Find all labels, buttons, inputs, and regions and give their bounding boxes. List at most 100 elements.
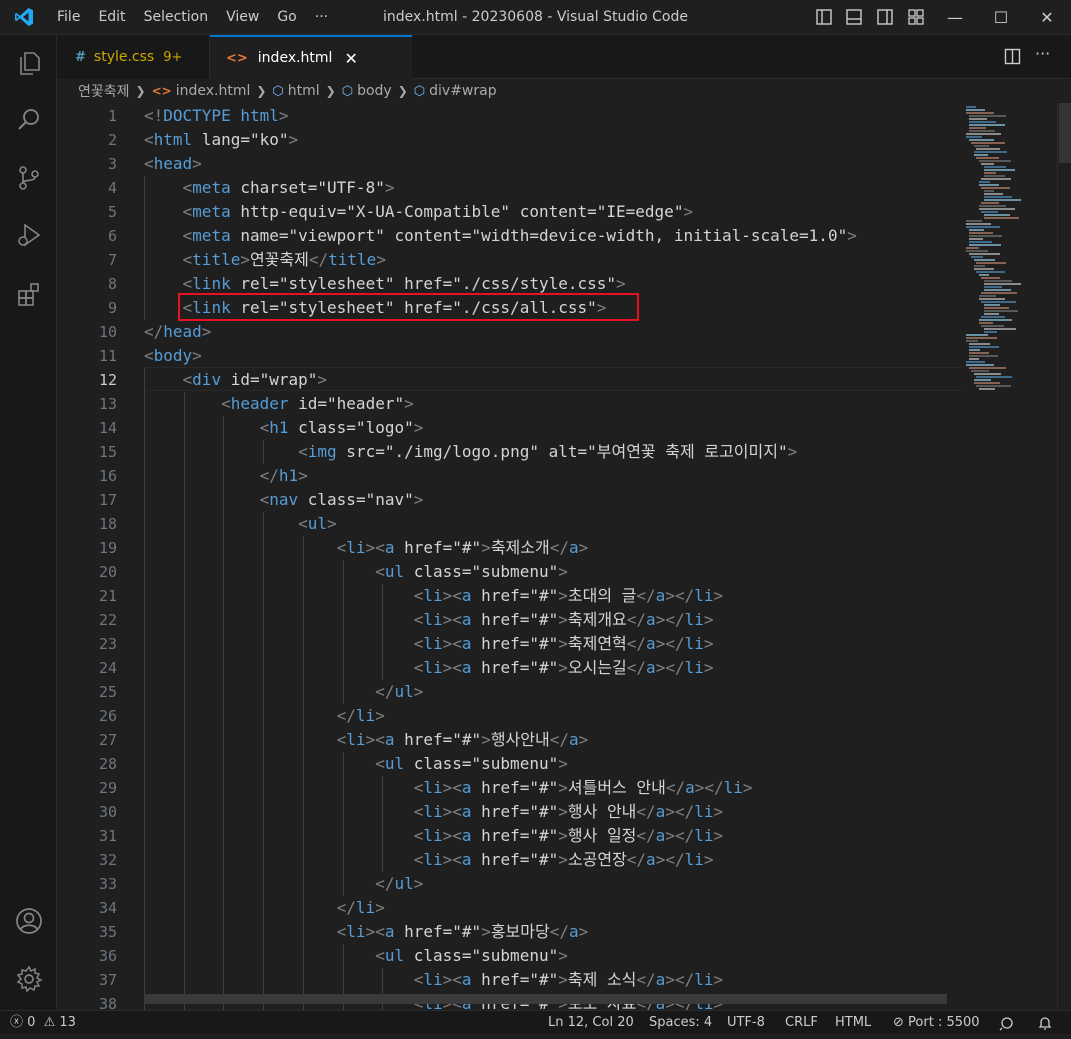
- code-line[interactable]: <body>: [144, 344, 202, 368]
- code-line[interactable]: </ul>: [144, 872, 423, 896]
- code-line[interactable]: <li><a href="#">축제 소식</a></li>: [144, 968, 723, 992]
- html-file-icon: <>: [226, 50, 248, 66]
- breadcrumb-folder[interactable]: 연꽃축제: [78, 81, 130, 101]
- code-line[interactable]: </ul>: [144, 680, 423, 704]
- indentation-status[interactable]: Spaces: 4: [649, 1011, 712, 1035]
- code-line[interactable]: </h1>: [144, 464, 308, 488]
- language-mode[interactable]: HTML: [835, 1011, 871, 1035]
- extensions-icon[interactable]: [0, 271, 57, 319]
- menu-go[interactable]: Go: [268, 0, 305, 35]
- code-line[interactable]: <!DOCTYPE html>: [144, 104, 289, 128]
- code-line[interactable]: <head>: [144, 152, 202, 176]
- code-line[interactable]: <ul>: [144, 512, 337, 536]
- code-line[interactable]: <li><a href="#">소공연장</a></li>: [144, 848, 714, 872]
- breadcrumb-file[interactable]: index.html: [176, 83, 251, 99]
- code-line[interactable]: <html lang="ko">: [144, 128, 298, 152]
- minimize-button[interactable]: —: [932, 0, 978, 35]
- menu-file[interactable]: File: [48, 0, 89, 35]
- tab-style-css[interactable]: # style.css 9+: [57, 35, 210, 79]
- annotation-red-box: [178, 293, 639, 321]
- breadcrumb-div-wrap[interactable]: div#wrap: [429, 83, 496, 99]
- code-line[interactable]: <ul class="submenu">: [144, 560, 568, 584]
- close-button[interactable]: ✕: [1024, 0, 1070, 35]
- feedback-icon[interactable]: [999, 1011, 1015, 1035]
- source-control-icon[interactable]: [0, 154, 57, 202]
- code-line[interactable]: <div id="wrap">: [144, 368, 328, 392]
- search-icon[interactable]: [0, 96, 57, 144]
- horizontal-scrollbar[interactable]: [144, 994, 947, 1004]
- live-server-status[interactable]: ⊘ Port : 5500: [893, 1011, 980, 1035]
- code-line[interactable]: <h1 class="logo">: [144, 416, 424, 440]
- customize-layout-icon[interactable]: [907, 8, 925, 26]
- tab-index-html[interactable]: <> index.html ✕: [210, 35, 412, 79]
- eol-status[interactable]: CRLF: [785, 1011, 818, 1035]
- accounts-icon[interactable]: [0, 897, 57, 945]
- code-line[interactable]: <li><a href="#">축제연혁</a></li>: [144, 632, 714, 656]
- toggle-secondary-sidebar-icon[interactable]: [876, 8, 894, 26]
- minimap-line: [983, 166, 1006, 168]
- toggle-panel-icon[interactable]: [845, 8, 863, 26]
- menu-edit[interactable]: Edit: [89, 0, 134, 35]
- explorer-icon[interactable]: [0, 39, 57, 87]
- notifications-bell-icon[interactable]: [1037, 1011, 1053, 1035]
- code-line[interactable]: <li><a href="#">행사 안내</a></li>: [144, 800, 723, 824]
- line-number: 25: [98, 683, 117, 701]
- minimap-line: [973, 373, 1001, 375]
- minimap-line: [981, 301, 1016, 303]
- minimap-line: [976, 271, 1005, 273]
- minimap-line: [978, 319, 1012, 321]
- code-line[interactable]: <li><a href="#">축제개요</a></li>: [144, 608, 714, 632]
- indent-guide: [144, 368, 145, 1010]
- breadcrumb-body[interactable]: body: [357, 83, 392, 99]
- code-line[interactable]: </li>: [144, 896, 385, 920]
- code-line[interactable]: <nav class="nav">: [144, 488, 424, 512]
- toggle-primary-sidebar-icon[interactable]: [815, 8, 833, 26]
- code-line[interactable]: <li><a href="#">셔틀버스 안내</a></li>: [144, 776, 753, 800]
- minimap-line: [983, 193, 1003, 195]
- scrollbar-thumb[interactable]: [1059, 103, 1071, 163]
- tab-close-icon[interactable]: ✕: [344, 49, 357, 68]
- code-editor[interactable]: 1 2 3 4 5 6 7 8 9 10 11 12 13 14 15 16 17 18 19 20 21 22 23 24 2…: [57, 103, 1071, 1010]
- line-number: 26: [98, 707, 117, 725]
- code-text-area[interactable]: <!DOCTYPE html> <html lang="ko"> <head> <m…: [144, 103, 974, 1010]
- menu-selection[interactable]: Selection: [135, 0, 218, 35]
- minimap-line: [968, 343, 990, 345]
- minimap-line: [968, 232, 993, 234]
- breadcrumb-html[interactable]: html: [288, 83, 320, 99]
- split-editor-icon[interactable]: [1004, 48, 1021, 65]
- code-line[interactable]: <li><a href="#">행사안내</a>: [144, 728, 589, 752]
- code-line[interactable]: <li><a href="#">초대의 글</a></li>: [144, 584, 723, 608]
- code-line[interactable]: <title>연꽃축제</title>: [144, 248, 386, 272]
- code-line[interactable]: <li><a href="#">행사 일정</a></li>: [144, 824, 723, 848]
- code-line[interactable]: <ul class="submenu">: [144, 752, 568, 776]
- indent-guide: [342, 752, 344, 896]
- code-line[interactable]: <li><a href="#">홍보마당</a>: [144, 920, 589, 944]
- code-line[interactable]: <meta http-equiv="X-UA-Compatible" conte…: [144, 200, 694, 224]
- menu-more-icon[interactable]: ···: [306, 0, 337, 35]
- indent-guide: [144, 176, 145, 320]
- minimap-line: [978, 274, 989, 276]
- code-line[interactable]: <li><a href="#">축제소개</a>: [144, 536, 589, 560]
- line-number: 30: [98, 803, 117, 821]
- maximize-button[interactable]: ☐: [978, 0, 1024, 35]
- code-line[interactable]: <meta name="viewport" content="width=dev…: [144, 224, 857, 248]
- settings-gear-icon[interactable]: [0, 955, 57, 1003]
- code-line[interactable]: <ul class="submenu">: [144, 944, 568, 968]
- code-line[interactable]: <img src="./img/logo.png" alt="부여연꽃 축제 로…: [144, 440, 797, 464]
- menu-view[interactable]: View: [217, 0, 268, 35]
- minimap-line: [976, 157, 999, 159]
- encoding-status[interactable]: UTF-8: [727, 1011, 765, 1035]
- code-line[interactable]: </head>: [144, 320, 211, 344]
- minimap-line: [981, 202, 999, 204]
- code-line[interactable]: <meta charset="UTF-8">: [144, 176, 395, 200]
- vertical-scrollbar[interactable]: [1057, 103, 1071, 1010]
- problems-status[interactable]: ⓧ 0 ⚠ 13: [10, 1011, 76, 1035]
- code-line[interactable]: </li>: [144, 704, 385, 728]
- minimap[interactable]: [962, 103, 1057, 403]
- code-line[interactable]: <li><a href="#">오시는길</a></li>: [144, 656, 714, 680]
- cursor-position[interactable]: Ln 12, Col 20: [548, 1011, 634, 1035]
- minimap-line: [981, 211, 998, 213]
- minimap-line: [978, 295, 996, 297]
- run-debug-icon[interactable]: [0, 211, 57, 259]
- more-actions-icon[interactable]: ···: [1035, 44, 1050, 63]
